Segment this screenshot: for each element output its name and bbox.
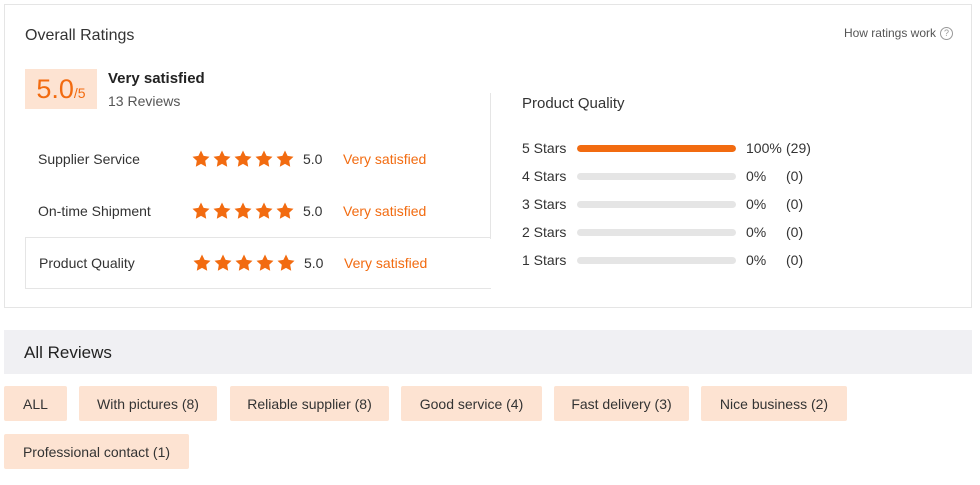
how-ratings-work-link[interactable]: How ratings work ? xyxy=(844,26,953,40)
distribution-row-5-stars: 5 Stars 100% (29) xyxy=(522,139,811,157)
distribution-label: 1 Stars xyxy=(522,252,567,268)
distribution-percent: 0% xyxy=(746,196,767,212)
category-level: Very satisfied xyxy=(343,203,427,219)
star-rating xyxy=(192,253,304,273)
star-icon xyxy=(255,202,273,219)
distribution-bar xyxy=(577,228,736,236)
distribution-row-2-stars: 2 Stars 0% (0) xyxy=(522,223,803,241)
review-filter-with-pictures[interactable]: With pictures (8) xyxy=(79,386,217,421)
distribution-label: 4 Stars xyxy=(522,168,567,184)
category-row-on-time-shipment[interactable]: On-time Shipment 5.0 Very satisfied xyxy=(25,185,491,237)
review-count: 13 Reviews xyxy=(108,93,181,109)
star-icon xyxy=(276,150,294,167)
review-filter-professional-contact[interactable]: Professional contact (1) xyxy=(4,434,189,469)
star-icon xyxy=(235,254,253,271)
star-icon xyxy=(277,254,295,271)
distribution-percent: 0% xyxy=(746,252,767,268)
review-filter-nice-business[interactable]: Nice business (2) xyxy=(701,386,847,421)
distribution-bar xyxy=(577,200,736,208)
product-quality-title: Product Quality xyxy=(522,95,625,112)
star-icon xyxy=(234,150,252,167)
category-level: Very satisfied xyxy=(343,151,427,167)
distribution-count: (29) xyxy=(786,140,811,156)
distribution-count: (0) xyxy=(786,168,804,184)
distribution-count: (0) xyxy=(786,252,804,268)
all-reviews-header: All Reviews xyxy=(4,330,972,374)
star-rating xyxy=(191,149,303,169)
distribution-count: (0) xyxy=(786,196,804,212)
category-name: On-time Shipment xyxy=(38,203,151,219)
distribution-percent: 0% xyxy=(746,168,767,184)
category-name: Supplier Service xyxy=(38,151,140,167)
question-icon: ? xyxy=(940,26,953,40)
category-level: Very satisfied xyxy=(344,255,428,271)
star-rating xyxy=(191,201,303,221)
star-icon xyxy=(234,202,252,219)
distribution-percent: 100% xyxy=(746,140,782,156)
distribution-label: 5 Stars xyxy=(522,140,567,156)
overall-score-max: /5 xyxy=(73,85,86,101)
distribution-percent: 0% xyxy=(746,224,767,240)
category-name: Product Quality xyxy=(39,255,135,271)
review-filter-all[interactable]: ALL xyxy=(4,386,67,421)
star-icon xyxy=(213,202,231,219)
star-icon xyxy=(192,202,210,219)
review-filter-good-service[interactable]: Good service (4) xyxy=(401,386,542,421)
distribution-bar xyxy=(577,256,736,264)
star-icon xyxy=(276,202,294,219)
distribution-label: 3 Stars xyxy=(522,196,567,212)
distribution-count: (0) xyxy=(786,224,804,240)
overall-ratings-title: Overall Ratings xyxy=(25,27,135,44)
star-icon xyxy=(256,254,274,271)
how-ratings-work-label: How ratings work xyxy=(843,26,936,40)
star-icon xyxy=(255,150,273,167)
overall-ratings-card: Overall Ratings How ratings work ? 5.0 /… xyxy=(4,4,972,308)
star-icon xyxy=(214,254,232,271)
star-icon xyxy=(213,150,231,167)
all-reviews-title: All Reviews xyxy=(24,343,112,362)
star-icon xyxy=(193,254,211,271)
distribution-bar xyxy=(577,172,736,180)
distribution-row-1-stars: 1 Stars 0% (0) xyxy=(522,251,803,269)
review-filter-fast-delivery[interactable]: Fast delivery (3) xyxy=(554,386,689,421)
section-divider xyxy=(490,93,491,239)
review-filter-reliable-supplier[interactable]: Reliable supplier (8) xyxy=(230,386,389,421)
category-row-supplier-service[interactable]: Supplier Service 5.0 Very satisfied xyxy=(25,133,491,185)
category-score: 5.0 xyxy=(303,151,323,167)
category-score: 5.0 xyxy=(303,203,323,219)
overall-score-badge: 5.0 /5 xyxy=(25,69,97,109)
distribution-row-4-stars: 4 Stars 0% (0) xyxy=(522,167,803,185)
distribution-row-3-stars: 3 Stars 0% (0) xyxy=(522,195,803,213)
category-row-product-quality[interactable]: Product Quality 5.0 Very satisfied xyxy=(25,237,491,289)
distribution-bar-fill xyxy=(577,144,736,152)
distribution-label: 2 Stars xyxy=(522,224,567,240)
overall-score: 5.0 xyxy=(36,74,74,104)
distribution-bar xyxy=(577,144,736,152)
star-icon xyxy=(192,150,210,167)
overall-satisfaction: Very satisfied xyxy=(108,70,205,87)
category-score: 5.0 xyxy=(304,255,324,271)
